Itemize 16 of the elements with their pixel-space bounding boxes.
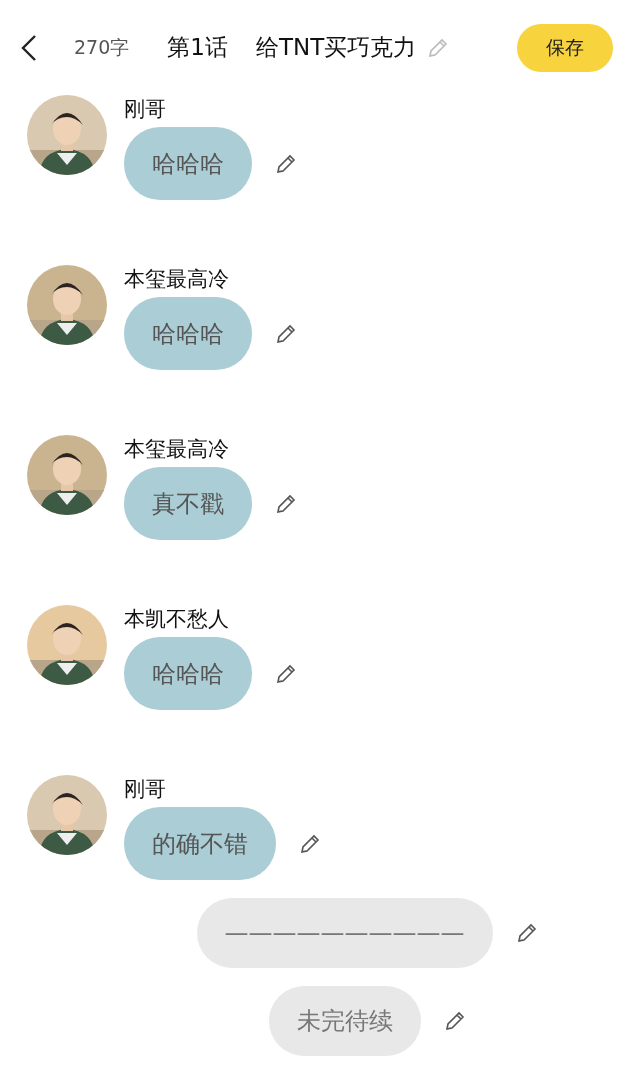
story-title: 给TNT买巧克力 (255, 33, 417, 62)
character-name: 本凯不愁人 (124, 606, 230, 633)
message-bubble[interactable]: 哈哈哈 (124, 637, 252, 710)
character-name: 本玺最高冷 (124, 266, 230, 293)
message-bubble[interactable]: 真不戳 (124, 467, 252, 540)
word-count: 270字 (74, 34, 130, 60)
message-bubble[interactable]: 哈哈哈 (124, 127, 252, 200)
message-bubble[interactable]: 的确不错 (124, 807, 276, 880)
character-name: 本玺最高冷 (124, 436, 230, 463)
message-bubble[interactable]: 哈哈哈 (124, 297, 252, 370)
narration-bubble[interactable]: 未完待续 (268, 986, 421, 1056)
narration-bubble[interactable]: —————————— (196, 898, 493, 968)
character-name: 刚哥 (124, 776, 167, 803)
save-button[interactable]: 保存 (517, 23, 613, 72)
episode-label: 第1话 (167, 33, 228, 62)
character-name: 刚哥 (124, 96, 167, 123)
